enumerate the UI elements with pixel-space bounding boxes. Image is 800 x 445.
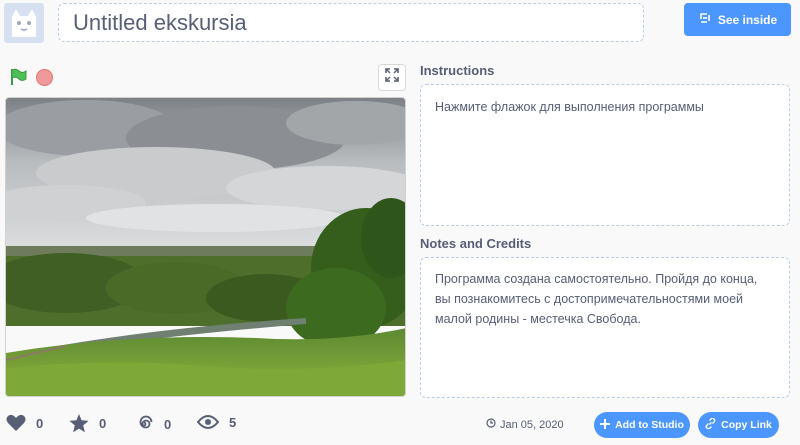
- fullscreen-icon: [385, 68, 399, 87]
- see-inside-button[interactable]: See inside: [684, 3, 791, 36]
- favorite-count: 0: [99, 416, 107, 431]
- link-icon: [705, 417, 716, 432]
- view-stat: 5: [197, 414, 236, 430]
- cat-avatar-icon[interactable]: [4, 3, 44, 43]
- instructions-field[interactable]: Нажмите флажок для выполнения программы: [420, 84, 790, 226]
- add-to-studio-label: Add to Studio: [615, 419, 684, 431]
- plus-icon: [600, 418, 611, 432]
- fullscreen-button[interactable]: [378, 64, 406, 91]
- copy-link-label: Copy Link: [721, 419, 772, 431]
- remix-count: 0: [164, 416, 172, 432]
- remix-icon: [134, 414, 154, 434]
- share-date: Jan 05, 2020: [486, 418, 564, 431]
- remix-stat: 0: [134, 414, 171, 434]
- project-stage[interactable]: [5, 97, 406, 397]
- see-inside-label: See inside: [717, 12, 778, 27]
- love-count: 0: [36, 415, 44, 431]
- project-title-field[interactable]: Untitled ekskursia: [58, 3, 644, 42]
- project-title: Untitled ekskursia: [73, 9, 247, 35]
- view-count: 5: [229, 414, 237, 430]
- instructions-text: Нажмите флажок для выполнения программы: [435, 100, 704, 114]
- instructions-heading: Instructions: [420, 63, 495, 78]
- globe-icon: [486, 418, 496, 431]
- add-to-studio-button[interactable]: Add to Studio: [594, 412, 690, 438]
- landscape-image: [6, 98, 405, 396]
- star-icon: [69, 414, 89, 433]
- favorite-stat[interactable]: 0: [69, 414, 106, 433]
- notes-heading: Notes and Credits: [420, 236, 532, 251]
- green-flag-icon[interactable]: [9, 68, 27, 86]
- project-page: Untitled ekskursia See inside Instructio…: [0, 0, 800, 445]
- copy-link-button[interactable]: Copy Link: [698, 412, 779, 438]
- share-date-text: Jan 05, 2020: [500, 418, 564, 431]
- love-stat[interactable]: 0: [6, 414, 43, 432]
- stop-icon[interactable]: [36, 69, 53, 86]
- see-inside-icon: [698, 11, 712, 28]
- notes-text: Программа создана самостоятельно. Пройдя…: [435, 272, 758, 326]
- notes-field[interactable]: Программа создана самостоятельно. Пройдя…: [420, 257, 790, 398]
- heart-icon: [6, 414, 26, 432]
- eye-icon: [197, 414, 219, 430]
